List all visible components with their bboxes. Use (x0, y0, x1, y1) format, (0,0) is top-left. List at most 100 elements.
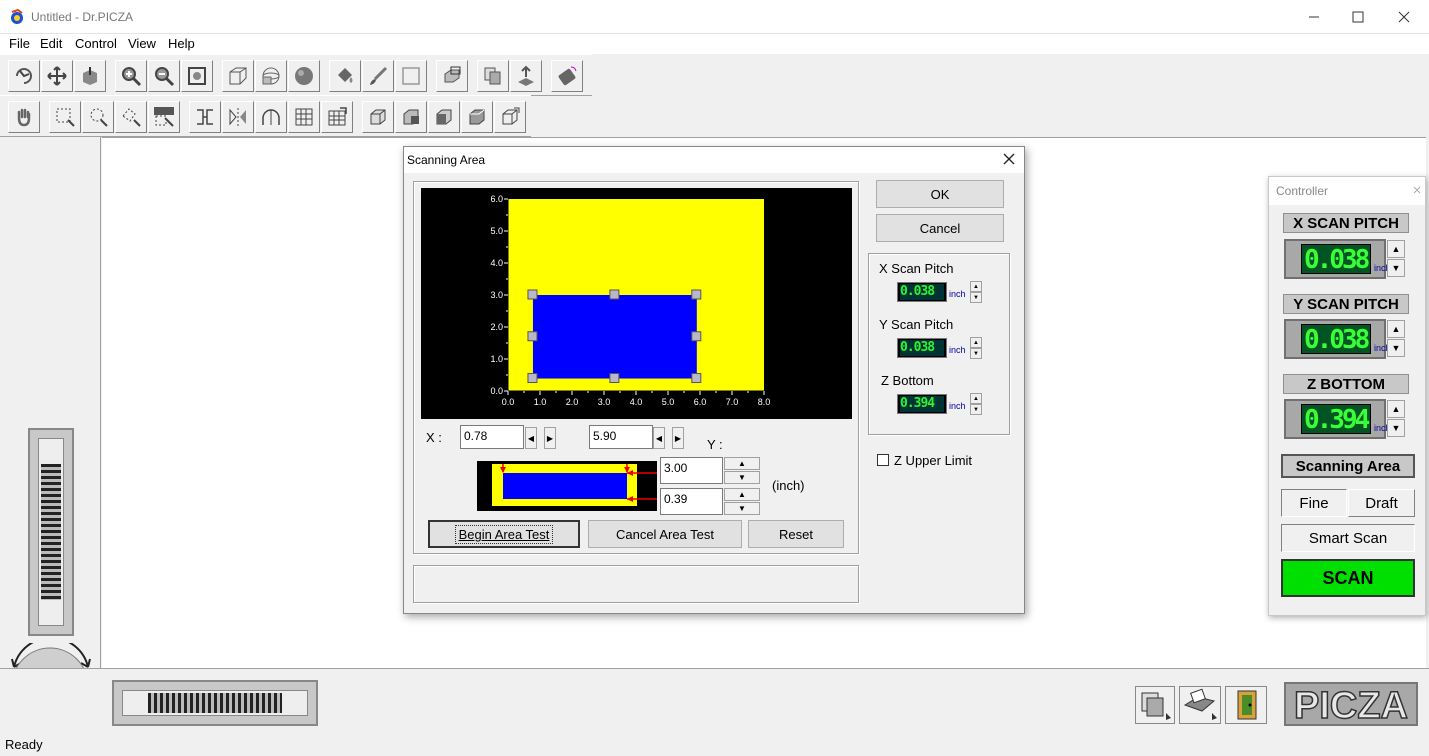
select-rectangle-button[interactable] (49, 101, 81, 133)
y-max-increase[interactable]: ▲ (724, 457, 760, 470)
x-scan-pitch-decrease[interactable]: ▼ (970, 292, 982, 303)
exit-door-icon (1237, 690, 1257, 720)
hand-button[interactable] (8, 101, 40, 133)
box-4-button[interactable] (461, 101, 493, 133)
resize-handle[interactable] (691, 331, 702, 342)
mirror-button[interactable] (222, 101, 254, 133)
zoom-fit-button[interactable] (181, 60, 213, 92)
menu-edit[interactable]: Edit (40, 36, 62, 51)
move-button[interactable] (41, 60, 73, 92)
resize-handle[interactable] (609, 373, 620, 384)
frame-cube-button[interactable] (436, 60, 468, 92)
box-4-icon (469, 109, 485, 125)
fine-button[interactable]: Fine (1281, 489, 1347, 517)
scan-button[interactable]: SCAN (1281, 559, 1415, 597)
resize-handle[interactable] (609, 289, 620, 300)
z-bottom-up[interactable]: ▲ (1387, 400, 1405, 418)
draft-button[interactable]: Draft (1348, 489, 1415, 517)
grid-button[interactable] (288, 101, 320, 133)
ok-button[interactable]: OK (876, 180, 1004, 208)
rotate-object-button[interactable] (8, 60, 40, 92)
scan-area-preview[interactable]: 0.0 1.0 2.0 3.0 4.0 5.0 6.0 7.0 8.0 0.0 1.0 2.0 3.0 4… (421, 188, 852, 419)
unit-label: (inch) (772, 478, 805, 493)
y-min-decrease[interactable]: ▼ (724, 502, 760, 515)
print-layers-button[interactable] (1135, 686, 1175, 724)
menu-help[interactable]: Help (168, 36, 195, 51)
x-max-increase[interactable]: ▶ (672, 427, 684, 449)
box-2-button[interactable] (395, 101, 427, 133)
y-scan-pitch-increase[interactable]: ▲ (970, 337, 982, 348)
copy-layers-button[interactable] (477, 60, 509, 92)
shaded-button[interactable] (288, 60, 320, 92)
exit-button[interactable] (1225, 686, 1267, 724)
wireframe-button[interactable] (222, 60, 254, 92)
box-1-button[interactable] (362, 101, 394, 133)
z-bottom-down[interactable]: ▼ (1387, 419, 1405, 437)
scan-layers-button[interactable] (510, 60, 542, 92)
resize-handle[interactable] (527, 331, 538, 342)
menu-view[interactable]: View (128, 36, 156, 51)
scan-area-rect[interactable] (532, 295, 697, 379)
resize-handle[interactable] (527, 289, 538, 300)
cancel-area-test-button[interactable]: Cancel Area Test (588, 520, 742, 548)
y-scan-pitch-decrease[interactable]: ▼ (970, 348, 982, 359)
maximize-button[interactable] (1335, 0, 1381, 34)
axis-button[interactable] (74, 60, 106, 92)
remote-control-button[interactable] (551, 60, 583, 92)
x-max-decrease[interactable]: ◀ (653, 427, 665, 449)
y-scan-pitch-up[interactable]: ▲ (1387, 320, 1405, 338)
y-scan-pitch-down[interactable]: ▼ (1387, 339, 1405, 357)
z-bottom-decrease[interactable]: ▼ (970, 404, 982, 415)
cancel-button[interactable]: Cancel (876, 214, 1004, 242)
menu-file[interactable]: File (9, 36, 30, 51)
reset-button[interactable]: Reset (748, 520, 844, 548)
smart-scan-button[interactable]: Smart Scan (1281, 524, 1415, 552)
x-scan-pitch-up[interactable]: ▲ (1387, 240, 1405, 258)
x-min-decrease[interactable]: ◀ (525, 427, 537, 449)
scanning-area-button[interactable]: Scanning Area (1281, 454, 1415, 478)
z-bottom-increase[interactable]: ▲ (970, 393, 982, 404)
x-max-field[interactable]: 5.90 (589, 425, 653, 449)
controller-close-button[interactable] (1409, 182, 1425, 198)
menu-control[interactable]: Control (75, 36, 117, 51)
select-rectangle-icon (56, 108, 75, 127)
dialog-close-button[interactable] (1002, 152, 1016, 166)
horizontal-rotate-slider[interactable] (112, 680, 318, 726)
measure-button[interactable] (189, 101, 221, 133)
box-5-button[interactable] (494, 101, 526, 133)
resize-handle[interactable] (527, 373, 538, 384)
x-tick-label: 8.0 (758, 397, 771, 407)
grid-edit-button[interactable] (321, 101, 353, 133)
zoom-in-button[interactable] (115, 60, 147, 92)
y-max-field[interactable]: 3.00 (660, 457, 723, 484)
print-button[interactable] (1179, 686, 1221, 724)
x-min-increase[interactable]: ▶ (544, 427, 556, 449)
paint-bucket-button[interactable] (329, 60, 361, 92)
x-scan-pitch-down[interactable]: ▼ (1387, 259, 1405, 277)
z-upper-limit-checkbox[interactable] (877, 454, 889, 466)
resize-handle[interactable] (691, 373, 702, 384)
select-lasso-button[interactable] (82, 101, 114, 133)
y-min-increase[interactable]: ▲ (724, 488, 760, 501)
y-min-field[interactable]: 0.39 (660, 488, 723, 515)
paint-bucket-icon (338, 68, 353, 83)
zoom-out-button[interactable] (148, 60, 180, 92)
select-polygon-button[interactable] (115, 101, 147, 133)
mesh-button[interactable] (255, 60, 287, 92)
y-max-decrease[interactable]: ▼ (724, 471, 760, 484)
picza-logo-image: PICZA (1293, 684, 1409, 724)
close-button[interactable] (1381, 0, 1427, 34)
begin-area-test-button[interactable]: Begin Area Test (428, 520, 580, 548)
box-3-button[interactable] (428, 101, 460, 133)
square-button[interactable] (395, 60, 427, 92)
x-min-field[interactable]: 0.78 (460, 425, 524, 449)
minimize-button[interactable] (1291, 0, 1337, 34)
scan-select-button[interactable] (148, 101, 180, 133)
y-scan-pitch-label: Y Scan Pitch (879, 317, 954, 332)
x-scan-pitch-increase[interactable]: ▲ (970, 281, 982, 292)
brush-button[interactable] (362, 60, 394, 92)
vertical-zoom-slider[interactable] (28, 428, 74, 636)
resize-handle[interactable] (691, 289, 702, 300)
x-tick-label: 4.0 (630, 397, 643, 407)
arch-button[interactable] (255, 101, 287, 133)
